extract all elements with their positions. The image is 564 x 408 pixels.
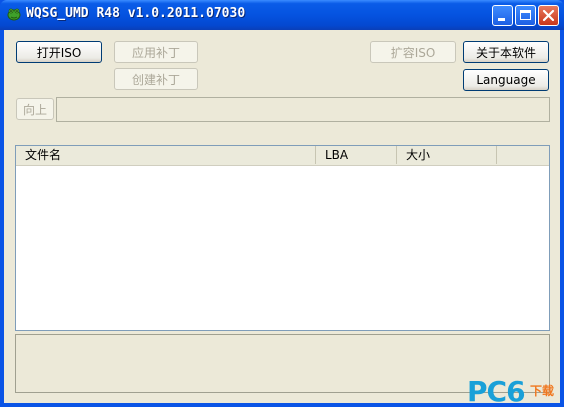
file-list[interactable]: 文件名 LBA 大小 xyxy=(15,145,550,331)
title-bar[interactable]: WQSG_UMD R48 v1.0.2011.07030 xyxy=(0,0,564,30)
minimize-icon xyxy=(498,18,505,21)
path-field[interactable] xyxy=(56,97,550,122)
create-patch-button[interactable]: 创建补丁 xyxy=(114,68,198,90)
column-header-extra[interactable] xyxy=(497,146,549,164)
close-icon xyxy=(542,9,555,22)
expand-iso-button[interactable]: 扩容ISO xyxy=(370,41,456,63)
minimize-button[interactable] xyxy=(492,5,513,26)
close-button[interactable] xyxy=(538,5,559,26)
list-header: 文件名 LBA 大小 xyxy=(16,146,549,166)
column-header-filename[interactable]: 文件名 xyxy=(16,146,316,164)
watermark-brand: PC6 xyxy=(467,375,526,408)
up-button[interactable]: 向上 xyxy=(16,98,54,120)
about-button[interactable]: 关于本软件 xyxy=(463,41,549,63)
open-iso-button[interactable]: 打开ISO xyxy=(16,41,102,63)
watermark-sub: 下载 xyxy=(530,384,555,398)
apply-patch-button[interactable]: 应用补丁 xyxy=(114,41,198,63)
window-title: WQSG_UMD R48 v1.0.2011.07030 xyxy=(26,6,246,21)
maximize-icon xyxy=(520,10,531,20)
maximize-button[interactable] xyxy=(515,5,536,26)
frog-app-icon xyxy=(7,8,21,21)
language-button[interactable]: Language xyxy=(463,69,549,91)
app-window: WQSG_UMD R48 v1.0.2011.07030 打开ISO 应用补丁 … xyxy=(0,0,564,408)
client-area: 打开ISO 应用补丁 创建补丁 扩容ISO 关于本软件 Language 向上 … xyxy=(4,30,560,403)
column-header-size[interactable]: 大小 xyxy=(397,146,497,164)
column-header-lba[interactable]: LBA xyxy=(316,146,397,164)
